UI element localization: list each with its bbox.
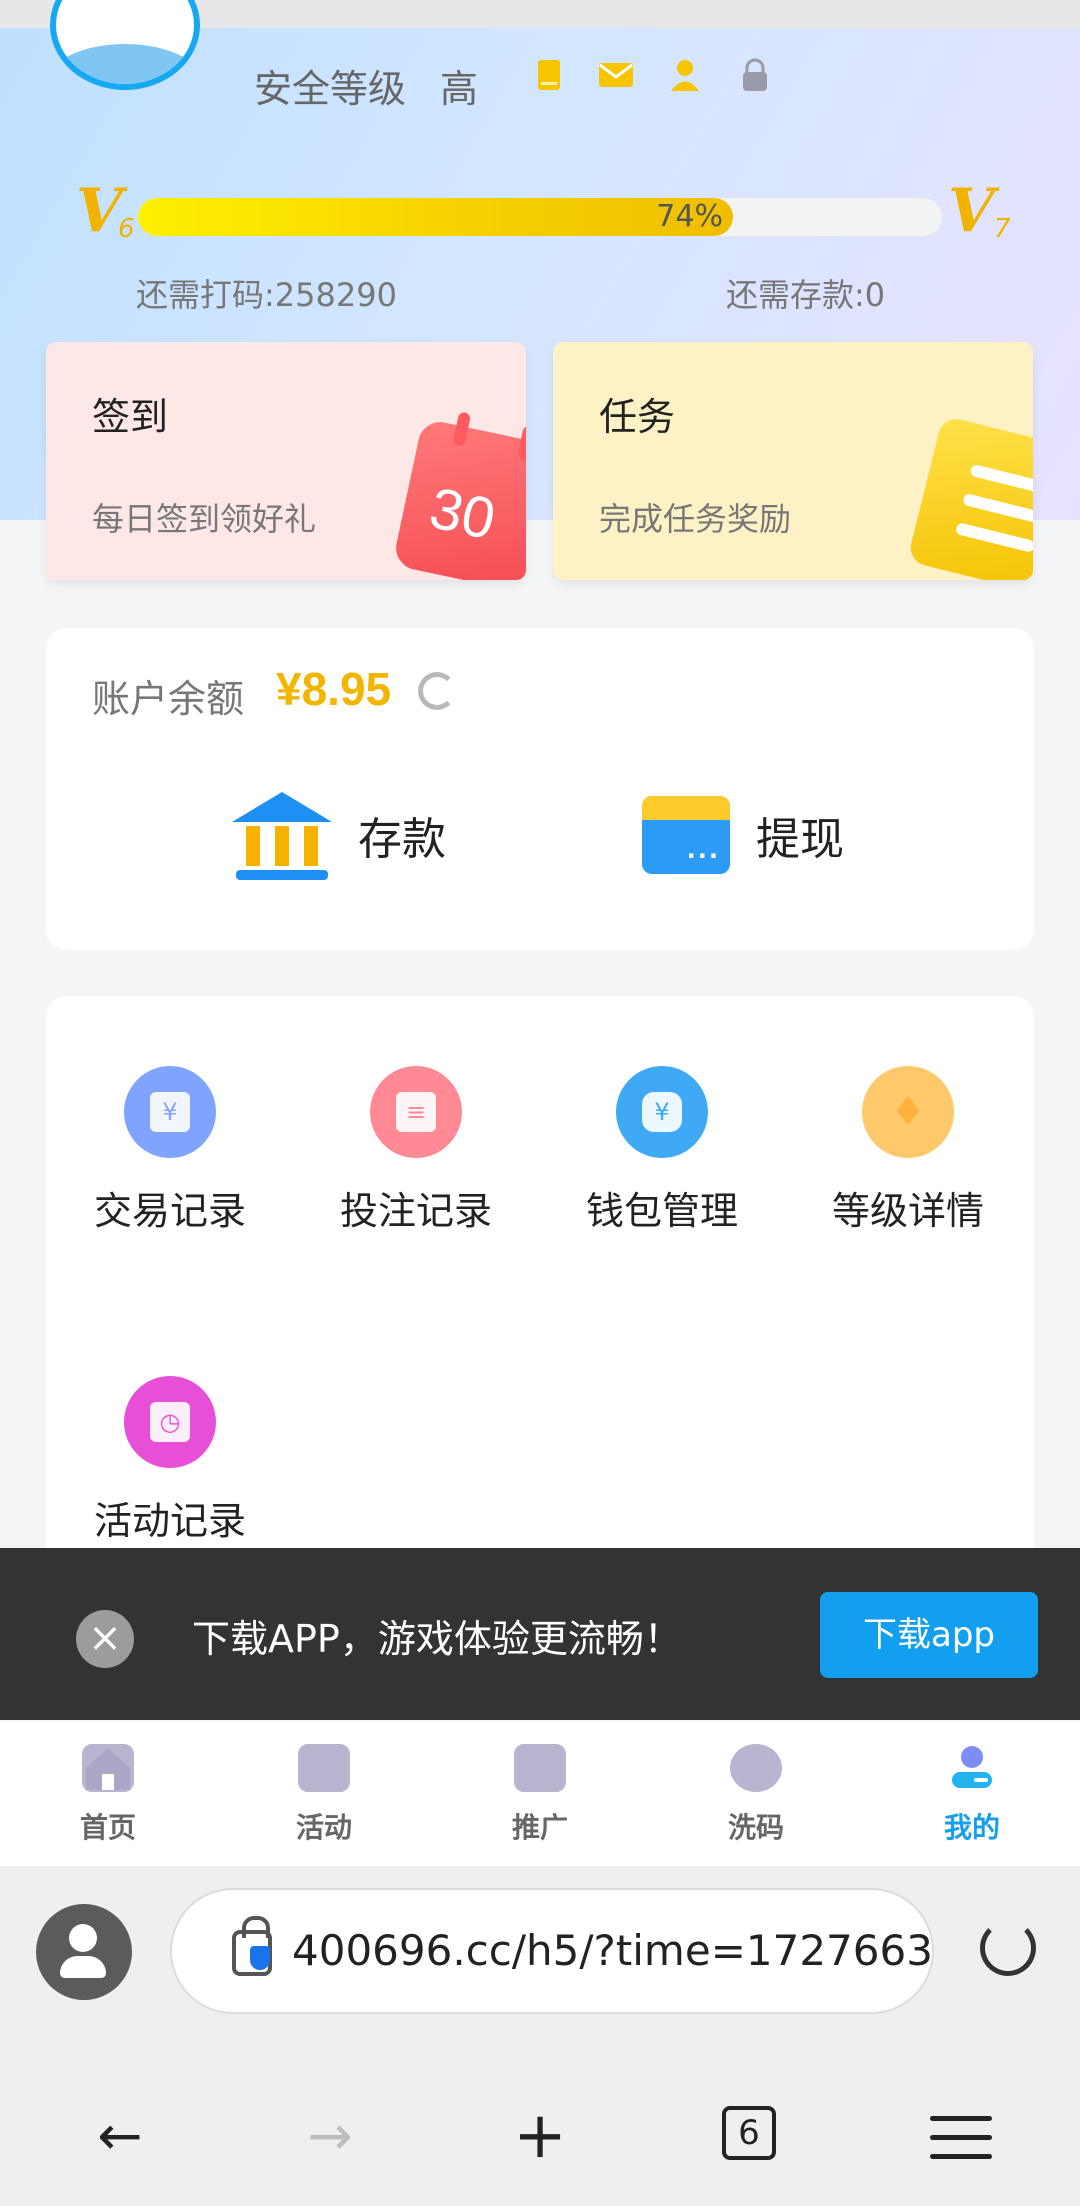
next-vip-badge: V xyxy=(948,176,995,246)
close-banner-button[interactable]: × xyxy=(76,1610,134,1668)
current-vip-level: 6 xyxy=(118,214,135,244)
phone-icon[interactable] xyxy=(532,58,566,92)
tabs-count-button[interactable]: 6 xyxy=(722,2106,776,2160)
task-card[interactable]: 任务 完成任务奖励 xyxy=(553,342,1033,580)
vip-progress-fill: 74% xyxy=(138,198,733,236)
forward-icon[interactable]: → xyxy=(290,2096,370,2176)
deposit-label: 存款 xyxy=(358,814,446,865)
lock-icon[interactable] xyxy=(738,58,772,92)
browser-toolbar: 400696.cc/h5/?time=17276637 ← → + 6 xyxy=(0,1866,1080,2206)
menu-item-activity-record[interactable]: ◷ 活动记录 xyxy=(70,1376,270,1545)
level-detail-icon: ♦ xyxy=(862,1066,954,1158)
tab-promotion[interactable]: 推广 xyxy=(460,1744,620,1846)
address-bar[interactable]: 400696.cc/h5/?time=17276637 xyxy=(170,1888,934,2014)
balance-card: 账户余额 ¥8.95 存款 ... 提现 xyxy=(46,628,1034,950)
reload-icon[interactable] xyxy=(980,1920,1036,1976)
avatar[interactable] xyxy=(50,0,200,90)
task-list-icon xyxy=(906,415,1033,580)
balance-value: ¥8.95 xyxy=(276,663,392,715)
calendar-number: 30 xyxy=(424,475,501,553)
download-app-button[interactable]: 下载app xyxy=(820,1592,1038,1678)
back-icon[interactable]: ← xyxy=(80,2096,160,2176)
tab-label: 首页 xyxy=(79,1811,136,1844)
wallet-manage-icon: ¥ xyxy=(616,1066,708,1158)
withdraw-button[interactable]: ... 提现 xyxy=(642,790,844,880)
download-app-banner: × 下载APP，游戏体验更流畅！ 下载app xyxy=(0,1548,1080,1720)
need-bet-text: 还需打码:258290 xyxy=(136,276,397,314)
download-banner-text: 下载APP，游戏体验更流畅！ xyxy=(192,1617,682,1661)
tab-label: 我的 xyxy=(943,1811,1000,1844)
new-tab-icon[interactable]: + xyxy=(500,2096,580,2176)
security-level-value: 高 xyxy=(440,67,479,111)
tab-profile[interactable]: 我的 xyxy=(892,1744,1052,1846)
bank-icon xyxy=(232,792,332,880)
menu-item-label: 活动记录 xyxy=(93,1499,246,1543)
menu-item-label: 投注记录 xyxy=(339,1189,492,1233)
security-level-label: 安全等级 xyxy=(254,67,407,111)
withdraw-label: 提现 xyxy=(756,814,844,865)
need-deposit-text: 还需存款:0 xyxy=(726,276,886,314)
calendar-icon: 30 xyxy=(392,411,526,580)
tab-home[interactable]: 首页 xyxy=(28,1744,188,1846)
menu-item-level[interactable]: ♦ 等级详情 xyxy=(808,1066,1008,1235)
user-icon[interactable] xyxy=(668,58,702,92)
vip-progress-text: 74% xyxy=(656,199,723,234)
mail-icon[interactable] xyxy=(598,58,633,92)
refresh-balance-icon[interactable] xyxy=(418,672,456,710)
activity-icon xyxy=(298,1744,350,1792)
menu-item-transaction[interactable]: ¥ 交易记录 xyxy=(70,1066,270,1235)
promotion-icon xyxy=(514,1744,566,1792)
home-icon xyxy=(82,1744,134,1792)
next-vip-level: 7 xyxy=(994,214,1011,244)
rebate-icon xyxy=(730,1744,782,1792)
tab-label: 活动 xyxy=(295,1811,352,1844)
current-vip-badge: V xyxy=(76,176,123,246)
browser-nav-row: ← → + 6 xyxy=(0,2086,1080,2186)
url-text: 400696.cc/h5/?time=17276637 xyxy=(292,1926,934,1975)
deposit-button[interactable]: 存款 xyxy=(232,790,446,880)
menu-item-label: 等级详情 xyxy=(831,1189,984,1233)
activity-record-icon: ◷ xyxy=(124,1376,216,1468)
menu-card: ¥ 交易记录 ≡ 投注记录 ¥ 钱包管理 ♦ 等级详情 ◷ 活动记录 xyxy=(46,996,1034,1616)
secure-lock-icon xyxy=(232,1916,272,1976)
card-icon: ... xyxy=(642,796,730,874)
tab-label: 洗码 xyxy=(727,1811,784,1844)
bottom-tab-bar: 首页 活动 推广 洗码 我的 xyxy=(0,1722,1080,1866)
browser-profile-icon[interactable] xyxy=(36,1904,132,2000)
tab-rebate[interactable]: 洗码 xyxy=(676,1744,836,1846)
menu-item-label: 钱包管理 xyxy=(585,1189,738,1233)
checkin-card[interactable]: 签到 每日签到领好礼 30 xyxy=(46,342,526,580)
task-subtitle: 完成任务奖励 xyxy=(599,500,792,538)
menu-item-wallet[interactable]: ¥ 钱包管理 xyxy=(562,1066,762,1235)
vip-progress-bar: 74% xyxy=(138,198,942,236)
checkin-title: 签到 xyxy=(92,395,169,439)
transaction-icon: ¥ xyxy=(124,1066,216,1158)
tab-activity[interactable]: 活动 xyxy=(244,1744,404,1846)
tab-label: 推广 xyxy=(511,1811,568,1844)
balance-label: 账户余额 xyxy=(92,677,245,721)
checkin-subtitle: 每日签到领好礼 xyxy=(92,500,317,538)
bet-record-icon: ≡ xyxy=(370,1066,462,1158)
task-title: 任务 xyxy=(599,395,676,439)
profile-icon xyxy=(946,1744,998,1792)
menu-item-bet-record[interactable]: ≡ 投注记录 xyxy=(316,1066,516,1235)
menu-item-label: 交易记录 xyxy=(93,1189,246,1233)
menu-icon[interactable] xyxy=(930,2116,992,2160)
